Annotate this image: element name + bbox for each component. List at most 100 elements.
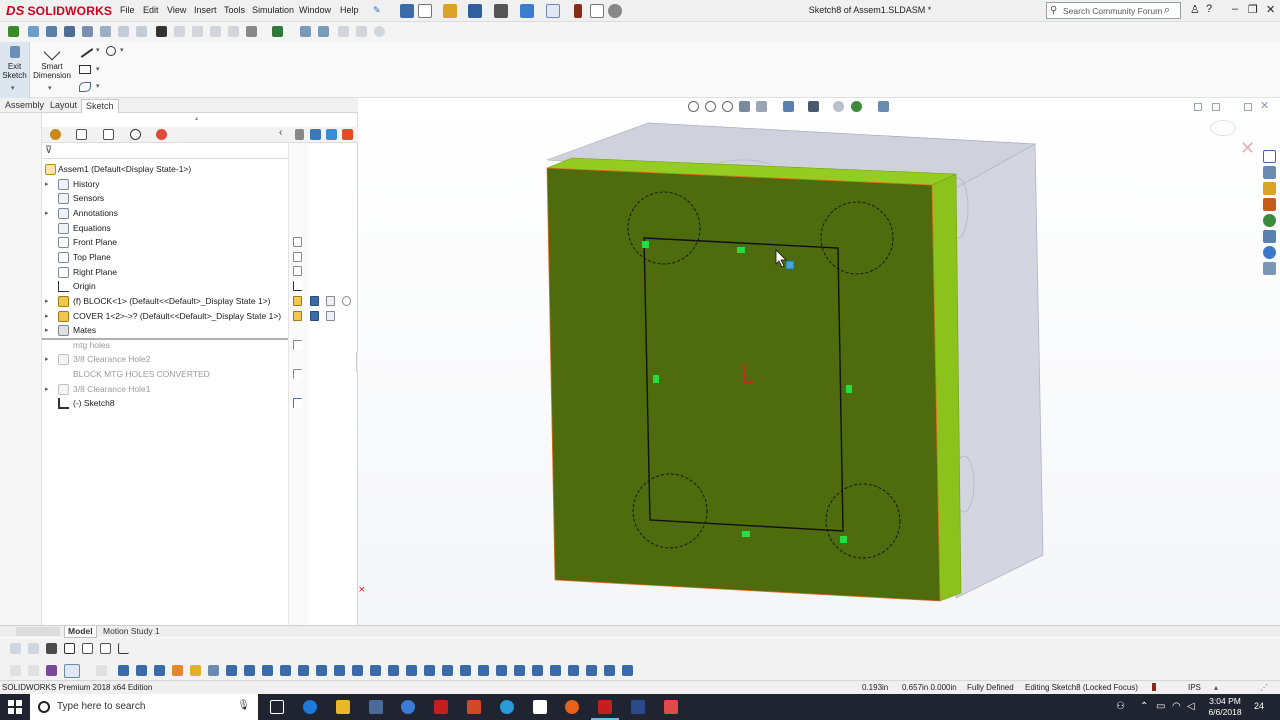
select-chain-icon[interactable] xyxy=(10,643,21,654)
taskbar-search-input[interactable]: Type here to search 🎙 xyxy=(30,694,258,720)
component-color-icon[interactable] xyxy=(293,311,302,321)
select-cursor-icon[interactable] xyxy=(546,4,560,18)
horizontal-relation-marker[interactable] xyxy=(742,531,750,537)
people-icon[interactable]: ⚇ xyxy=(1116,701,1125,712)
solidworks-2018-taskbar-icon[interactable] xyxy=(434,700,448,714)
file-explorer-taskbar-icon[interactable] xyxy=(336,700,350,714)
filter-sketch-segments-icon[interactable] xyxy=(298,665,309,676)
app-dark-taskbar-icon[interactable] xyxy=(631,700,645,714)
component-display-icon[interactable] xyxy=(310,296,319,306)
expand-arrow-icon[interactable]: ▸ xyxy=(45,209,49,217)
sketch-display-icon[interactable] xyxy=(293,369,302,379)
select-filter-cursor-icon[interactable] xyxy=(64,664,80,678)
show-hidden-icons-icon[interactable]: ⌃ xyxy=(1140,701,1148,712)
plane-visibility-icon[interactable] xyxy=(293,266,302,276)
rebuild-status-icon[interactable] xyxy=(1152,683,1156,691)
solidworks-forum-icon[interactable] xyxy=(1263,246,1276,259)
filter-weld-symbols-icon[interactable] xyxy=(406,665,417,676)
bill-of-materials-icon[interactable] xyxy=(210,26,221,37)
equations-sigma-icon[interactable] xyxy=(156,26,167,37)
print-icon[interactable] xyxy=(494,4,508,18)
smart-dimension-dropdown-icon[interactable]: ▾ xyxy=(48,84,52,93)
component-state-icon[interactable] xyxy=(342,296,351,306)
new-document-icon[interactable] xyxy=(418,4,432,18)
pin-icon[interactable]: ✎ xyxy=(373,5,381,16)
app-taskbar-icon[interactable] xyxy=(369,700,383,714)
units-dropdown-icon[interactable]: ▴ xyxy=(1214,683,1218,692)
active-sketch-display-icon[interactable] xyxy=(293,398,302,408)
menu-insert[interactable]: Insert xyxy=(194,5,217,15)
coincident-relation-marker[interactable] xyxy=(642,241,649,248)
appearances-scenes-icon[interactable] xyxy=(1263,214,1276,227)
app-white-taskbar-icon[interactable] xyxy=(533,700,547,714)
app-blue-taskbar-icon[interactable] xyxy=(500,700,514,714)
expand-arrow-icon[interactable]: ▸ xyxy=(45,326,49,334)
expand-arrow-icon[interactable]: ▸ xyxy=(45,355,49,363)
dimxpert-manager-tab-icon[interactable] xyxy=(130,129,141,140)
model-canvas[interactable]: × xyxy=(358,98,1280,625)
document-view-icon[interactable] xyxy=(326,129,337,140)
spline-dropdown-icon[interactable]: ▾ xyxy=(96,82,100,90)
system-clock[interactable]: 3:04 PM 6/6/2018 xyxy=(1200,696,1250,718)
filter-edges-icon[interactable] xyxy=(190,665,201,676)
sketch-check-icon[interactable] xyxy=(374,26,385,37)
unit-system[interactable]: IPS xyxy=(1188,683,1201,692)
restore-button[interactable]: ❐ xyxy=(1248,3,1258,16)
vertical-relation-marker[interactable] xyxy=(846,385,852,393)
tab-motion-study-1[interactable]: Motion Study 1 xyxy=(100,626,163,638)
task-view-icon[interactable] xyxy=(270,700,284,714)
circle-dropdown-icon[interactable]: ▾ xyxy=(120,46,124,54)
filter-surface-finish-icon[interactable] xyxy=(334,665,345,676)
microphone-icon[interactable]: 🎙 xyxy=(237,700,250,711)
plane-visibility-icon[interactable] xyxy=(293,237,302,247)
filter-midpoints-icon[interactable] xyxy=(136,665,147,676)
grid-icon[interactable] xyxy=(82,643,93,654)
filter-planes-icon[interactable] xyxy=(262,665,273,676)
display-manager-tab-icon[interactable] xyxy=(156,129,167,140)
help-button[interactable]: ? xyxy=(1206,3,1212,15)
expand-arrow-icon[interactable]: ▸ xyxy=(45,385,49,393)
expand-arrow-icon[interactable]: ▸ xyxy=(45,297,49,305)
notification-count-badge[interactable]: 24 xyxy=(1254,701,1264,711)
graphics-area[interactable]: ✕ ✕ × xyxy=(358,98,1280,625)
exit-sketch-dropdown-icon[interactable]: ▾ xyxy=(11,84,15,93)
filter-dowel-pins-icon[interactable] xyxy=(478,665,489,676)
close-button[interactable]: ✕ xyxy=(1266,3,1275,16)
undo-icon[interactable] xyxy=(520,4,534,18)
firefox-taskbar-icon[interactable] xyxy=(565,700,579,714)
filter-mid-faces-icon[interactable] xyxy=(532,665,543,676)
mirror-icon[interactable] xyxy=(136,26,147,37)
assembly-feature-icon[interactable] xyxy=(46,26,57,37)
menu-help[interactable]: Help xyxy=(340,5,359,15)
volume-icon[interactable]: ◁ xyxy=(1187,701,1195,712)
design-library-icon[interactable] xyxy=(1263,166,1276,179)
filter-points-icon[interactable] xyxy=(118,665,129,676)
menu-window[interactable]: Window xyxy=(299,5,331,15)
coincident-relation-marker[interactable] xyxy=(840,536,847,543)
menu-view[interactable]: View xyxy=(167,5,186,15)
rapid-sketch-icon[interactable] xyxy=(338,26,349,37)
line-tool-icon[interactable] xyxy=(80,48,94,58)
component-color-icon[interactable] xyxy=(293,296,302,306)
expand-arrow-icon[interactable]: ▸ xyxy=(45,312,49,320)
user-account-icon[interactable]: ♙ xyxy=(1190,3,1200,16)
origin-visibility-icon[interactable] xyxy=(293,281,302,291)
panel-splitter-handle[interactable]: ▴ xyxy=(195,115,198,122)
filter-surface-bodies-icon[interactable] xyxy=(208,665,219,676)
component-display-icon[interactable] xyxy=(310,311,319,321)
sketch-display-icon[interactable] xyxy=(293,340,302,350)
menu-simulation[interactable]: Simulation xyxy=(252,5,294,15)
edge-browser-icon[interactable] xyxy=(303,700,317,714)
clear-filters-icon[interactable] xyxy=(96,665,107,676)
repair-sketch-icon[interactable] xyxy=(300,26,311,37)
solidworks-resources-icon[interactable] xyxy=(1263,150,1276,163)
component-appearance-icon[interactable] xyxy=(326,311,335,321)
exit-sketch-button[interactable]: Exit Sketch ▾ xyxy=(0,42,30,98)
filter-cosmetic-threads-icon[interactable] xyxy=(442,665,453,676)
rectangle-tool-icon[interactable] xyxy=(79,65,91,74)
minimize-button[interactable]: – xyxy=(1232,3,1238,15)
sketch-3d-icon[interactable] xyxy=(28,26,39,37)
filter-dimensions-icon[interactable] xyxy=(316,665,327,676)
filter-surface-icon[interactable] xyxy=(586,665,597,676)
search-community-forum-input[interactable]: ⚲ Search Community Forum ⌕ xyxy=(1046,2,1181,19)
